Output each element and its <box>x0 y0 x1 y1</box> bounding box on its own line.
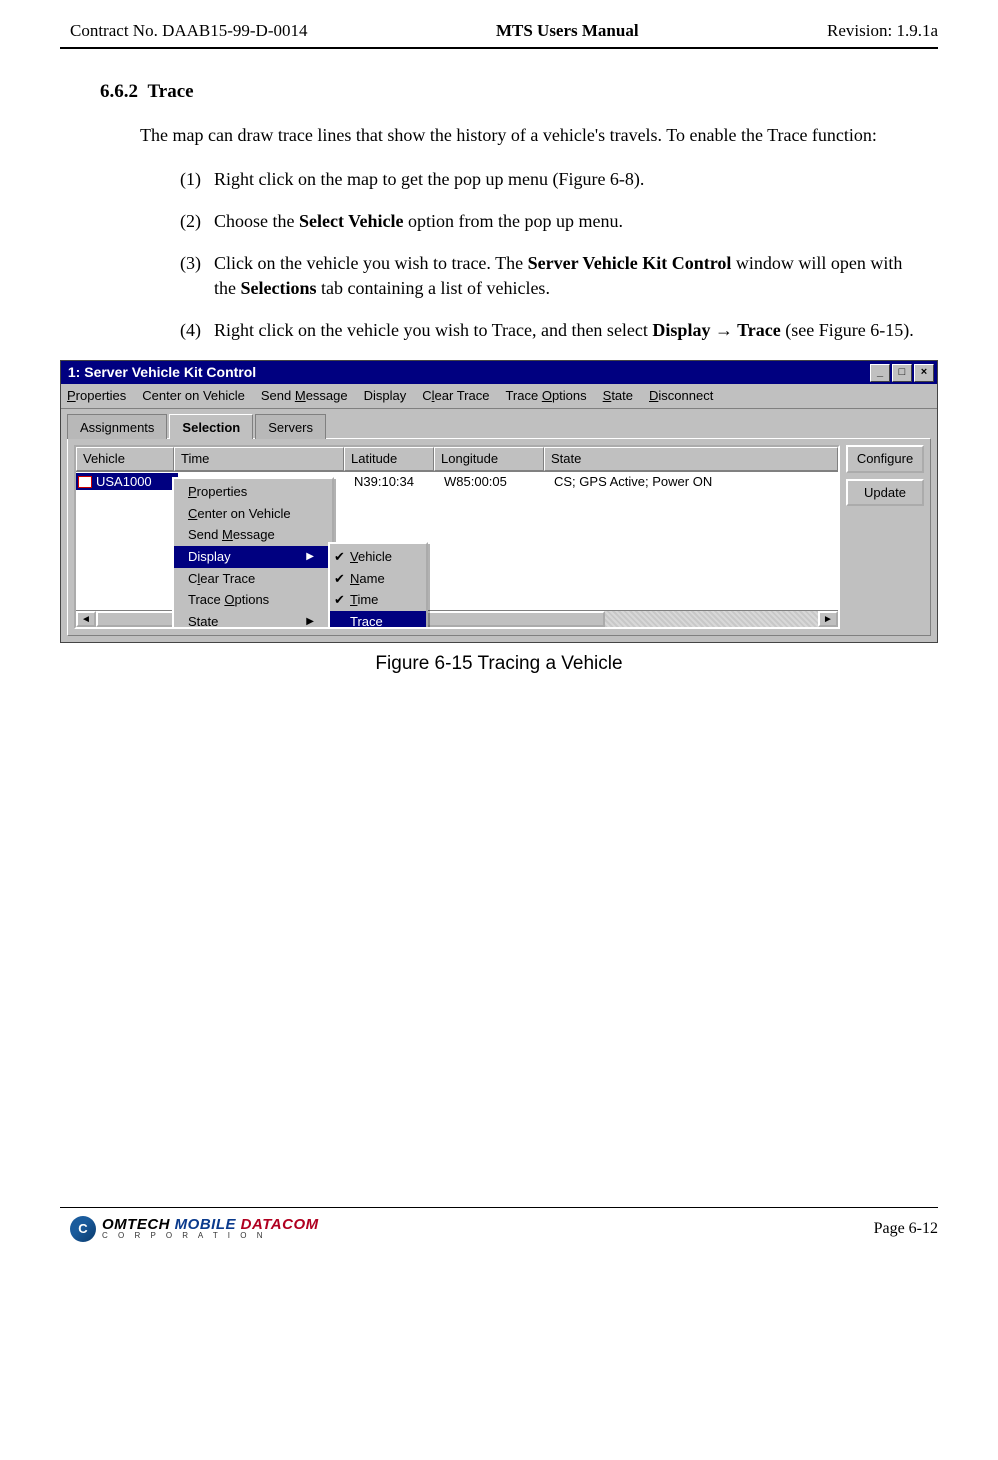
menu-trace-options[interactable]: Trace Options <box>505 387 586 405</box>
section-heading: 6.6.2 Trace <box>100 79 938 105</box>
check-icon: ✔ <box>334 548 345 566</box>
step-number: (2) <box>180 209 214 233</box>
step-3: (3) Click on the vehicle you wish to tra… <box>180 251 938 300</box>
ctx-center-on-vehicle[interactable]: Center on Vehicle <box>174 503 332 525</box>
company-logo: C OMTECH MOBILE DATACOM C O R P O R A T … <box>70 1216 319 1242</box>
ctx-properties[interactable]: Properties <box>174 481 332 503</box>
page-footer: C OMTECH MOBILE DATACOM C O R P O R A T … <box>60 1216 938 1242</box>
vehicle-listview[interactable]: Vehicle Time Latitude Longitude State US… <box>74 445 840 629</box>
ctx-clear-trace[interactable]: Clear Trace <box>174 568 332 590</box>
window-title: 1: Server Vehicle Kit Control <box>64 363 256 382</box>
section-title-text: Trace <box>148 81 194 102</box>
step-2: (2) Choose the Select Vehicle option fro… <box>180 209 938 233</box>
scroll-right-button[interactable]: ► <box>818 611 838 627</box>
minimize-button[interactable]: _ <box>870 364 890 382</box>
ctx-trace-options[interactable]: Trace Options <box>174 589 332 611</box>
sub-name[interactable]: ✔Name <box>330 568 426 590</box>
vehicle-icon <box>78 476 92 488</box>
menu-clear-trace[interactable]: Clear Trace <box>422 387 489 405</box>
check-icon: ✔ <box>334 591 345 609</box>
header-rule <box>60 47 938 49</box>
step-body: Choose the Select Vehicle option from th… <box>214 209 938 233</box>
listview-header-row: Vehicle Time Latitude Longitude State <box>76 447 838 472</box>
display-submenu[interactable]: ✔Vehicle ✔Name ✔Time Trace <box>328 542 428 629</box>
update-button[interactable]: Update <box>846 479 924 507</box>
step-list: (1) Right click on the map to get the po… <box>180 167 938 342</box>
ctx-display[interactable]: Display▶ <box>174 546 332 568</box>
tab-panel: Vehicle Time Latitude Longitude State US… <box>67 438 931 636</box>
step-number: (1) <box>180 167 214 191</box>
page-number: Page 6-12 <box>874 1218 938 1240</box>
menu-display[interactable]: Display <box>364 387 407 405</box>
cell-vehicle[interactable]: USA1000 <box>76 473 178 491</box>
text: Right click on the vehicle you wish to T… <box>214 320 652 340</box>
bold-text: Server Vehicle Kit Control <box>528 253 732 273</box>
menu-center-on-vehicle[interactable]: Center on Vehicle <box>142 387 245 405</box>
close-button[interactable]: × <box>914 364 934 382</box>
tab-row: Assignments Selection Servers <box>61 409 937 439</box>
menu-send-message[interactable]: Send Message <box>261 387 348 405</box>
vehicle-id: USA1000 <box>96 473 152 491</box>
col-state[interactable]: State <box>544 447 838 471</box>
chevron-right-icon: ▶ <box>306 550 314 564</box>
screenshot-window: 1: Server Vehicle Kit Control _ □ × Prop… <box>60 360 938 643</box>
tab-selection[interactable]: Selection <box>169 414 253 440</box>
tab-servers[interactable]: Servers <box>255 414 326 440</box>
text: Choose the <box>214 211 299 231</box>
arrow-icon: → <box>715 320 733 340</box>
step-body: Click on the vehicle you wish to trace. … <box>214 251 938 300</box>
cell-longitude: W85:00:05 <box>438 473 548 491</box>
section-number: 6.6.2 <box>100 81 138 102</box>
tab-assignments[interactable]: Assignments <box>67 414 167 440</box>
maximize-button[interactable]: □ <box>892 364 912 382</box>
cell-state: CS; GPS Active; Power ON <box>548 473 838 491</box>
logo-text: OMTECH MOBILE DATACOM C O R P O R A T I … <box>102 1218 319 1240</box>
col-vehicle[interactable]: Vehicle <box>76 447 174 471</box>
check-icon: ✔ <box>334 570 345 588</box>
logo-globe-icon: C <box>70 1216 96 1242</box>
step-body: Right click on the map to get the pop up… <box>214 167 938 191</box>
figure-caption: Figure 6-15 Tracing a Vehicle <box>60 651 938 677</box>
cell-latitude: N39:10:34 <box>348 473 438 491</box>
doc-title: MTS Users Manual <box>496 20 639 43</box>
intro-paragraph: The map can draw trace lines that show t… <box>140 123 938 147</box>
ctx-state[interactable]: State▶ <box>174 611 332 630</box>
text: (see Figure 6-15). <box>781 320 914 340</box>
bold-text: Select Vehicle <box>299 211 403 231</box>
revision: Revision: 1.9.1a <box>827 20 938 43</box>
chevron-right-icon: ▶ <box>306 615 314 629</box>
footer-rule <box>60 1207 938 1208</box>
col-longitude[interactable]: Longitude <box>434 447 544 471</box>
step-1: (1) Right click on the map to get the po… <box>180 167 938 191</box>
menu-state[interactable]: State <box>603 387 633 405</box>
menu-properties[interactable]: Properties <box>67 387 126 405</box>
step-number: (4) <box>180 318 214 342</box>
text: option from the pop up menu. <box>403 211 622 231</box>
step-4: (4) Right click on the vehicle you wish … <box>180 318 938 342</box>
scroll-left-button[interactable]: ◄ <box>76 611 96 627</box>
bold-text: Selections <box>241 278 317 298</box>
ctx-send-message[interactable]: Send Message <box>174 524 332 546</box>
page-header: Contract No. DAAB15-99-D-0014 MTS Users … <box>60 20 938 43</box>
text: tab containing a list of vehicles. <box>317 278 550 298</box>
sub-vehicle[interactable]: ✔Vehicle <box>330 546 426 568</box>
side-button-column: Configure Update <box>846 445 924 629</box>
step-number: (3) <box>180 251 214 300</box>
configure-button[interactable]: Configure <box>846 445 924 473</box>
sub-time[interactable]: ✔Time <box>330 589 426 611</box>
context-menu[interactable]: Properties Center on Vehicle Send Messag… <box>172 477 334 629</box>
menubar[interactable]: Properties Center on Vehicle Send Messag… <box>61 384 937 409</box>
titlebar[interactable]: 1: Server Vehicle Kit Control _ □ × <box>61 361 937 384</box>
bold-text: Display → Trace <box>652 320 780 340</box>
col-latitude[interactable]: Latitude <box>344 447 434 471</box>
col-time[interactable]: Time <box>174 447 344 471</box>
text: Click on the vehicle you wish to trace. … <box>214 253 528 273</box>
menu-disconnect[interactable]: Disconnect <box>649 387 713 405</box>
contract-number: Contract No. DAAB15-99-D-0014 <box>70 20 308 43</box>
sub-trace[interactable]: Trace <box>330 611 426 629</box>
step-body: Right click on the vehicle you wish to T… <box>214 318 938 342</box>
